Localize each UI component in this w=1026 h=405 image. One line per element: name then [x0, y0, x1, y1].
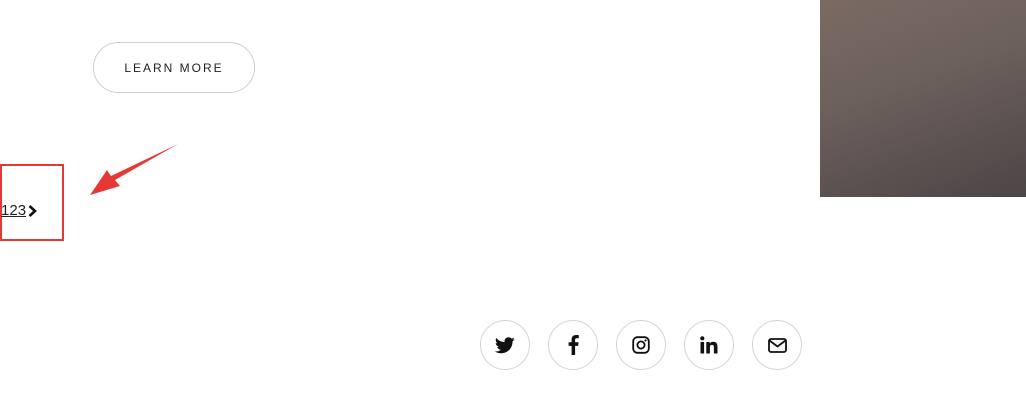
instagram-button[interactable] — [616, 320, 666, 370]
learn-more-button[interactable]: LEARN MORE — [93, 42, 255, 93]
page: LEARN MORE 1 2 3 — [0, 0, 1026, 405]
pagination: 1 2 3 — [1, 202, 37, 219]
page-link-3[interactable]: 3 — [18, 202, 26, 219]
page-link-1[interactable]: 1 — [1, 202, 9, 219]
page-link-2[interactable]: 2 — [9, 202, 17, 219]
social-links — [480, 320, 802, 370]
instagram-icon — [632, 336, 650, 354]
annotation-arrow — [90, 144, 178, 195]
email-button[interactable] — [752, 320, 802, 370]
facebook-button[interactable] — [548, 320, 598, 370]
envelope-icon — [767, 337, 787, 353]
linkedin-button[interactable] — [684, 320, 734, 370]
linkedin-icon — [700, 336, 718, 354]
twitter-icon — [495, 336, 515, 354]
chevron-right-icon[interactable] — [28, 204, 37, 217]
facebook-icon — [568, 335, 579, 355]
twitter-button[interactable] — [480, 320, 530, 370]
hero-image — [820, 0, 1026, 197]
